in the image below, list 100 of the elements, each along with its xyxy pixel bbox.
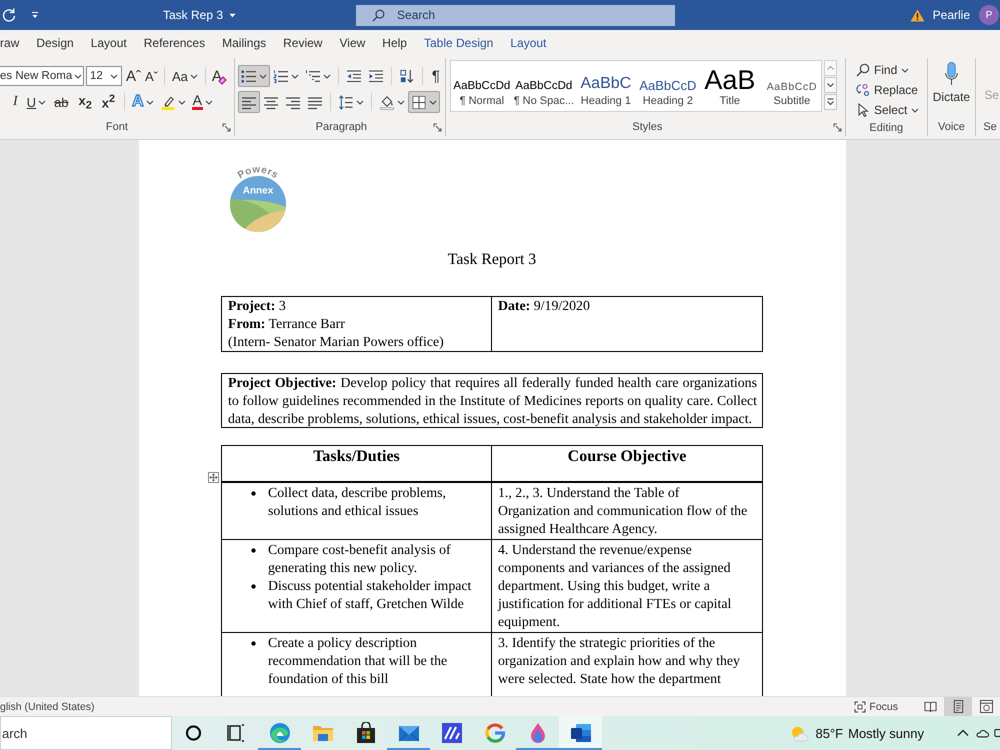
customize-toolbar-icon[interactable] xyxy=(31,11,39,19)
group-label: Voice xyxy=(938,121,965,133)
camera-icon[interactable] xyxy=(994,726,1000,740)
column-header: Tasks/Duties xyxy=(313,448,400,466)
search-field[interactable]: Search xyxy=(356,4,676,26)
caret-icon xyxy=(396,100,405,104)
change-case-button[interactable]: Aa xyxy=(169,65,201,87)
multicolor-ring-icon xyxy=(484,722,506,744)
decrease-indent-icon[interactable] xyxy=(346,68,362,84)
document-title-button[interactable]: Task Rep 3 xyxy=(161,6,238,24)
caret-icon xyxy=(146,100,154,104)
book-icon xyxy=(924,700,936,713)
ribbon-tab[interactable]: Mailings xyxy=(214,32,275,54)
sun-cloud-icon xyxy=(790,724,809,742)
objective-paragraph: Project Objective: Develop policy that requires all federally funded health care organizations to follow guidelines recommended in the Institute of Medicines reports on quality care. Collect data, describe problems, solutions, ethical issues, cost-benefit analysis and stakeholder impact. xyxy=(228,374,757,428)
line-spacing-icon xyxy=(338,94,354,110)
text-align-icon xyxy=(240,94,257,110)
language-button[interactable]: glish (United States) xyxy=(0,700,97,712)
ribbon-tab[interactable]: Table Design xyxy=(415,32,502,54)
search-icon xyxy=(856,63,870,77)
repeat-icon[interactable] xyxy=(1,7,17,23)
slash-tile-icon xyxy=(440,722,462,744)
microphone-icon xyxy=(944,60,959,88)
logo-text: Annex xyxy=(242,186,274,196)
ribbon-tab[interactable]: Help xyxy=(374,32,416,54)
style-option[interactable]: AaBbCcD Heading 2 xyxy=(636,61,699,111)
style-option[interactable]: AaBbC Heading 1 xyxy=(574,61,637,111)
view-button[interactable] xyxy=(944,697,972,716)
style-option[interactable]: AaBbCcDd ¶ Normal xyxy=(450,61,513,111)
user-avatar[interactable]: P xyxy=(979,5,999,25)
multilevel-list-icon xyxy=(304,68,321,84)
borders-icon xyxy=(410,94,427,110)
page-icon xyxy=(952,700,964,713)
grow-font-button[interactable]: Aˆ xyxy=(124,65,143,87)
caret-icon xyxy=(74,74,82,78)
group-label: Styles xyxy=(632,121,662,133)
ribbon-tab[interactable]: View xyxy=(330,32,374,54)
group-label: Font xyxy=(106,121,128,133)
group-label: Editing xyxy=(869,122,904,134)
caret-icon xyxy=(190,74,198,78)
style-option[interactable]: AaBbCcD Subtitle xyxy=(760,61,821,111)
align-button[interactable] xyxy=(238,91,260,113)
taskbar-app-button[interactable] xyxy=(559,716,602,750)
weather-button[interactable]: 85°F Mostly sunny xyxy=(788,724,926,742)
bullet-icon xyxy=(251,548,256,554)
focus-button[interactable]: Focus xyxy=(850,700,902,712)
warning-icon[interactable] xyxy=(910,8,925,22)
style-option[interactable]: AaBbCcDd ¶ No Spac... xyxy=(512,61,575,111)
dictate-button[interactable]: Dictate xyxy=(932,60,970,104)
bullet-icon xyxy=(251,641,256,646)
borders-button[interactable] xyxy=(408,91,440,113)
ribbon-tab[interactable]: References xyxy=(135,32,214,54)
caret-icon xyxy=(110,74,118,78)
bullets-button[interactable] xyxy=(238,65,270,87)
task-text: Collect data, describe problems, solutions and ethical issues xyxy=(268,484,447,520)
show-formatting-marks-button[interactable]: ¶ xyxy=(426,65,445,87)
underline-button[interactable]: U xyxy=(24,91,50,113)
strikethrough-button[interactable]: ab xyxy=(49,91,74,113)
caret-icon xyxy=(356,100,364,104)
font-name-field[interactable]: es New Roma xyxy=(0,66,84,86)
document-title: Task Report 3 xyxy=(448,250,536,270)
column-header: Course Objective xyxy=(568,448,686,466)
caret-icon xyxy=(258,74,267,78)
italic-button[interactable]: I xyxy=(7,91,24,113)
search-icon xyxy=(372,8,386,22)
dialog-launcher-icon[interactable] xyxy=(222,122,231,132)
objective-text: 1., 2., 3. Understand the Table of Organization and communication flow of the assigned Healthcare Agency. xyxy=(498,485,748,536)
task-text: Create a policy description recommendation that will be the foundation of this bill xyxy=(268,634,448,688)
replace-icon xyxy=(856,83,870,97)
style-option[interactable]: AaB Title xyxy=(698,61,761,111)
editing-button[interactable]: Select xyxy=(854,100,927,120)
globe-page-icon xyxy=(980,700,992,713)
numbered-list-icon xyxy=(272,68,289,84)
ribbon-tab[interactable]: Layout xyxy=(502,32,555,54)
text-align-icon xyxy=(284,94,301,110)
caret-icon xyxy=(428,100,437,104)
increase-indent-icon[interactable] xyxy=(368,68,384,84)
ribbon-tab[interactable]: raw xyxy=(0,32,28,54)
ribbon-tab[interactable]: Layout xyxy=(82,32,136,54)
bullet-icon xyxy=(251,584,256,590)
objective-text: 3. Identify the strategic priorities of the organization and explain how and why they were selected. State how the department xyxy=(498,635,740,686)
editing-button[interactable]: Replace xyxy=(854,80,927,100)
objective-text: 4. Understand the revenue/expense components and variances of the assigned department. Using this budget, write a justification for additional FTEs or capital equipment. xyxy=(498,542,732,630)
sort-icon[interactable] xyxy=(398,68,415,84)
font-color-button[interactable]: A xyxy=(188,91,216,113)
dialog-launcher-icon[interactable] xyxy=(432,122,442,132)
ribbon-tab[interactable]: Review xyxy=(274,32,331,54)
taskbar-search-field[interactable]: arch xyxy=(0,716,172,750)
editing-button[interactable]: Find xyxy=(854,60,927,80)
dialog-launcher-icon[interactable] xyxy=(832,122,842,132)
move-handle-icon[interactable] xyxy=(208,472,219,484)
info-text: From: Terrance Barr xyxy=(228,314,346,333)
document-app-icon xyxy=(570,722,592,744)
font-size-field[interactable]: 12 xyxy=(86,66,122,86)
subscript-button[interactable]: x$_{2}$ xyxy=(74,91,97,113)
ribbon-tab[interactable]: Design xyxy=(28,32,82,54)
more-styles-icon[interactable] xyxy=(824,94,837,110)
scroll-down-icon[interactable] xyxy=(824,77,837,93)
superscript-button[interactable]: x$^{2}$ xyxy=(96,91,120,113)
shrink-font-button[interactable]: Aˇ xyxy=(143,65,160,87)
